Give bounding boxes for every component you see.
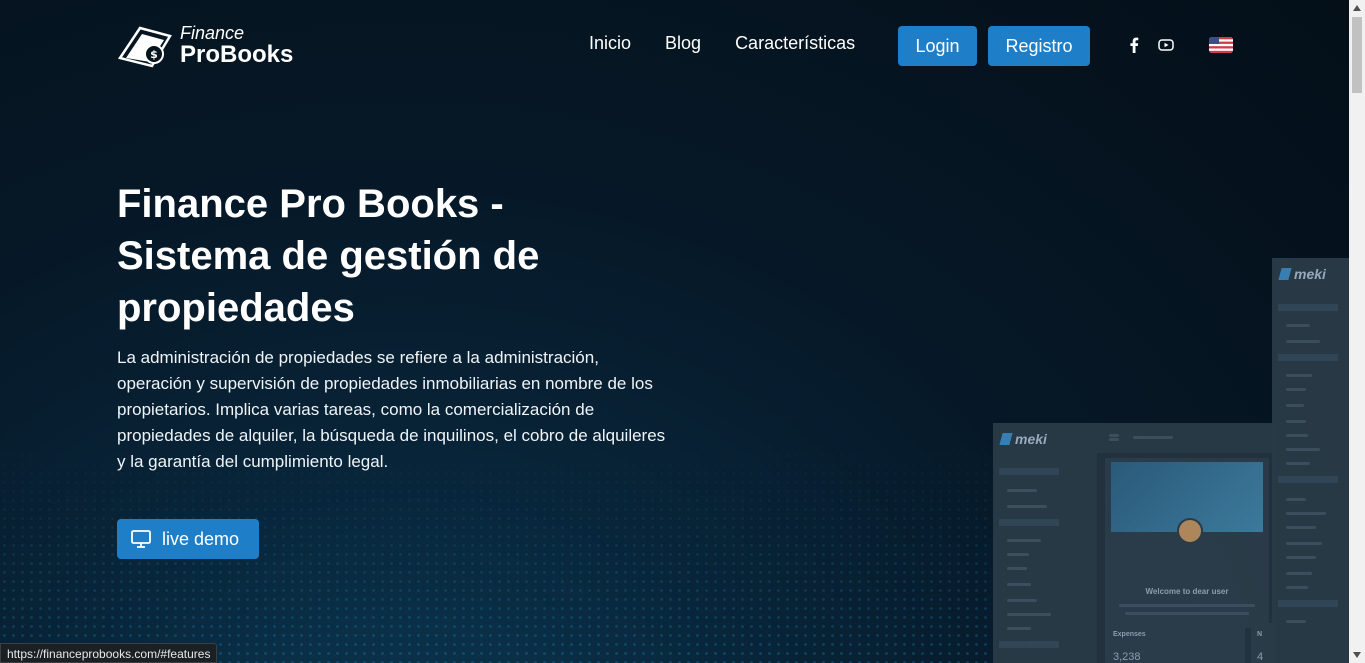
main-nav: Inicio Blog Características (589, 33, 889, 54)
page: $ Finance ProBooks Inicio Blog Caracterí… (0, 0, 1349, 663)
logo-icon: $ (118, 26, 172, 68)
status-link-preview: https://financeprobooks.com/#features (0, 643, 218, 663)
nav-link-blog[interactable]: Blog (665, 33, 701, 54)
live-demo-label: live demo (162, 528, 240, 549)
monitor-icon (131, 530, 151, 548)
us-flag-icon[interactable] (1209, 37, 1233, 53)
mockup-brand: meki (1278, 266, 1326, 282)
hero-description: La administración de propiedades se refi… (117, 348, 666, 471)
logo-text-top: Finance (180, 22, 245, 43)
hero-title: Finance Pro Books - Sistema de gestión d… (117, 182, 540, 330)
mockup-topbar (1097, 423, 1276, 453)
login-button[interactable]: Login (898, 26, 977, 66)
mockup-brand: meki (999, 431, 1047, 447)
mockup-sidebar: meki (993, 423, 1097, 663)
logo-text-bottom: ProBooks (180, 40, 294, 68)
scrollbar-thumb[interactable] (1352, 17, 1362, 93)
avatar (1177, 518, 1203, 544)
nav-link-inicio[interactable]: Inicio (589, 33, 631, 54)
live-demo-button[interactable]: live demo (117, 519, 259, 559)
site-logo[interactable]: $ Finance ProBooks (118, 22, 293, 68)
svg-text:$: $ (150, 48, 158, 61)
mockup-welcome-card: Welcome to dear user (1105, 458, 1269, 628)
page-scrollbar[interactable] (1349, 0, 1365, 663)
dashboard-mockup-front: meki Welcome to dear user Expenses 3,238… (993, 423, 1276, 663)
mockup-welcome-text: Welcome to dear user (1145, 587, 1229, 596)
nav-link-caracteristicas[interactable]: Características (735, 33, 855, 54)
scroll-up-arrow-icon[interactable] (1349, 0, 1365, 16)
mockup-expenses-card: Expenses 3,238 (1105, 623, 1245, 663)
facebook-icon[interactable] (1125, 36, 1143, 54)
scroll-down-arrow-icon[interactable] (1349, 647, 1365, 663)
dashboard-mockup-back: meki (1272, 258, 1349, 663)
mockup-sidebar: meki (1272, 258, 1349, 663)
youtube-icon[interactable] (1157, 36, 1175, 54)
register-button[interactable]: Registro (988, 26, 1090, 66)
